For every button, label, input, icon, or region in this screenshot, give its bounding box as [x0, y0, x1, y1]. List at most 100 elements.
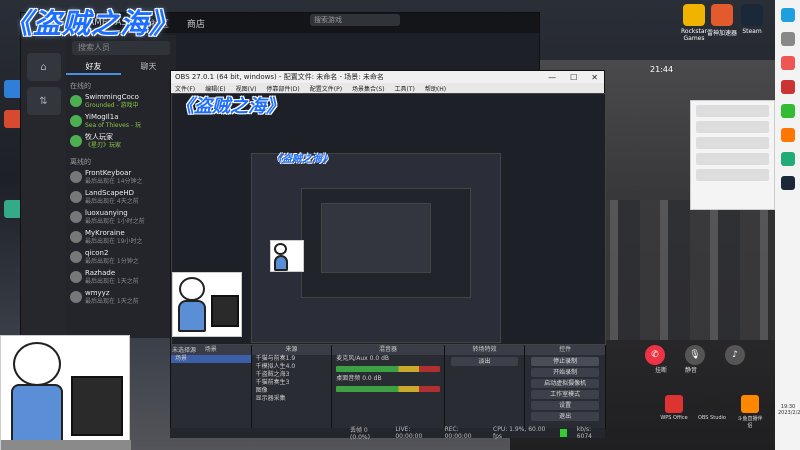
volume-meter[interactable]	[336, 386, 440, 392]
virtual-camera-button[interactable]: 启动虚拟摄像机	[531, 379, 599, 388]
taskbar-icon-1[interactable]	[780, 8, 795, 22]
avatar	[70, 251, 82, 263]
menu-item[interactable]: 帮助(H)	[425, 84, 446, 93]
obs-statusbar: 丢帧 0 (0.0%) LIVE: 00:00:00 REC: 00:00:00…	[170, 426, 605, 441]
taskbar-icon-3[interactable]	[780, 56, 795, 70]
volume-button[interactable]: ♪	[725, 345, 745, 365]
wps-icon	[665, 395, 683, 413]
list-item[interactable]: luoxuanying 最后出现在 1小时之前	[70, 209, 172, 227]
overlay-title-nested: 《盗贼之海》	[176, 96, 284, 117]
taskbar-icon-4[interactable]	[780, 80, 795, 94]
list-item[interactable]: FrontKeyboar 最后出现在 14分钟之	[70, 169, 172, 187]
status-cpu: CPU: 1.9%, 60.00 fps	[493, 426, 546, 440]
taskbar-icon-6[interactable]	[780, 128, 795, 142]
avatar	[70, 171, 82, 183]
minimize-icon[interactable]: —	[548, 73, 556, 82]
studio-mode-button[interactable]: 工作室模式	[531, 390, 599, 399]
source-item[interactable]: 图像	[252, 387, 332, 395]
friend-name: wmyyz	[85, 289, 110, 297]
source-item[interactable]: 千猫与前奏1.9	[252, 355, 332, 363]
list-item[interactable]: 牧人玩家 《星刃》玩家	[70, 133, 172, 151]
source-item[interactable]: 千盗贼之海3	[252, 371, 332, 379]
list-item[interactable]: qicon2 最后出现在 1分钟之	[70, 249, 172, 267]
friend-status: Grounded - 游戏中	[85, 102, 139, 109]
nav-tab[interactable]: 商店	[187, 17, 205, 30]
tab-chat[interactable]: 聊天	[121, 61, 176, 75]
list-item[interactable]: SwimmingCoco Grounded - 游戏中	[70, 93, 172, 111]
list-item[interactable]: YiMogIl1a Sea of Thieves - 玩	[70, 113, 172, 131]
taskbar-icon-8[interactable]	[780, 176, 795, 190]
top-search-input[interactable]: 搜索游戏	[310, 14, 400, 26]
obs-window: OBS 27.0.1 (64 bit, windows) - 配置文件: 未命名…	[170, 70, 606, 429]
menu-item[interactable]: 配置文件(P)	[310, 84, 342, 93]
avatar	[70, 231, 82, 243]
friend-name: Razhade	[85, 269, 116, 277]
obs-docks: 场景 场景 来源 千猫与前奏1.9 千模拟人生4.0 千盗贼之海3 千猫前奏生3…	[171, 345, 606, 429]
settings-button[interactable]: 设置	[531, 401, 599, 410]
transition-select[interactable]: 淡出	[450, 357, 519, 366]
mute-button[interactable]: 🎙	[685, 345, 705, 365]
obs-app[interactable]: OBS Studio	[698, 395, 726, 429]
nested-capture-4	[321, 203, 431, 273]
taskbar-icon-5[interactable]	[780, 104, 795, 118]
mute-label: 静音	[685, 367, 698, 374]
taskbar-icon-7[interactable]	[780, 152, 795, 166]
friend-status: 最后出现在 1分钟之	[85, 258, 139, 265]
avatar	[70, 135, 82, 147]
taskbar-icon-2[interactable]	[780, 32, 795, 46]
steam-app-icon[interactable]: Steam	[730, 4, 774, 35]
dock-title: 转场特效	[444, 345, 525, 355]
steam-rail: ⌂ ⇅	[21, 13, 66, 338]
friend-status: 最后出现在 4天之前	[85, 198, 139, 205]
mixer-track: 桌面音频 0.0 dB	[336, 375, 382, 382]
status-rec: REC: 00:00:00	[444, 426, 472, 440]
source-item[interactable]: 千猫前奏生3	[252, 379, 332, 387]
list-item[interactable]: wmyyz 最后出现在 1天之前	[70, 289, 172, 307]
friend-status: 最后出现在 14分钟之	[85, 178, 143, 185]
volume-meter[interactable]	[336, 366, 440, 372]
source-item[interactable]: 千模拟人生4.0	[252, 363, 332, 371]
scene-item[interactable]: 场景	[171, 355, 251, 363]
menu-item[interactable]: 工具(T)	[395, 84, 415, 93]
friend-name: LandScapeHD	[85, 189, 135, 197]
rail-home-icon[interactable]: ⌂	[26, 53, 61, 81]
exit-button[interactable]: 退出	[531, 412, 599, 421]
transitions-dock: 转场特效 淡出	[444, 345, 526, 429]
friend-status: 《星刃》玩家	[85, 142, 122, 149]
avatar	[70, 211, 82, 223]
clock-label: 21:44	[650, 65, 674, 74]
dock-title: 控件	[525, 345, 605, 355]
friend-status: 最后出现在 19小时之	[85, 238, 143, 245]
friends-search-input[interactable]: 搜索人员	[72, 41, 170, 55]
source-item[interactable]: 显示器采集	[252, 395, 332, 403]
hangup-button[interactable]: ✆	[645, 345, 665, 365]
tab-friends[interactable]: 好友	[66, 61, 121, 75]
list-item[interactable]: MyKroraine 最后出现在 19小时之	[70, 229, 172, 247]
wps-app[interactable]: WPS Office	[660, 395, 688, 429]
list-item[interactable]: Razhade 最后出现在 1天之前	[70, 269, 172, 287]
rail-sort-icon[interactable]: ⇅	[26, 87, 61, 115]
friends-tabbar: 好友 聊天	[66, 61, 176, 75]
list-item[interactable]: LandScapeHD 最后出现在 4天之前	[70, 189, 172, 207]
stop-recording-button[interactable]: 停止录制	[531, 357, 599, 366]
dock-title: 来源	[251, 345, 332, 355]
right-taskbar	[775, 0, 800, 450]
comic-character-medium	[172, 272, 242, 337]
section-offline: 离线的	[70, 158, 91, 166]
close-icon[interactable]: ✕	[591, 73, 598, 82]
friends-panel: 搜索人员 好友 聊天 在线的 SwimmingCoco Grounded - 游戏…	[66, 35, 176, 338]
friend-name: SwimmingCoco	[85, 93, 139, 101]
friend-status: 最后出现在 1天之前	[85, 278, 139, 285]
maximize-icon[interactable]: ☐	[570, 73, 577, 82]
friend-status: 最后出现在 1天之前	[85, 298, 139, 305]
friend-name: FrontKeyboar	[85, 169, 132, 177]
start-recording-button[interactable]: 开始录制	[531, 368, 599, 377]
overlay-title-nested-small: 《盗贼之海》	[272, 154, 332, 165]
taskbar-apps: WPS Office OBS Studio 斗鱼直播伴侣	[660, 395, 764, 429]
status-indicator	[559, 429, 567, 437]
menu-item[interactable]: 场景集合(S)	[352, 84, 385, 93]
avatar	[70, 271, 82, 283]
dock-title: 混音器	[332, 345, 444, 355]
douyu-app[interactable]: 斗鱼直播伴侣	[736, 395, 764, 429]
overlay-title: 《盗贼之海》	[4, 7, 179, 40]
